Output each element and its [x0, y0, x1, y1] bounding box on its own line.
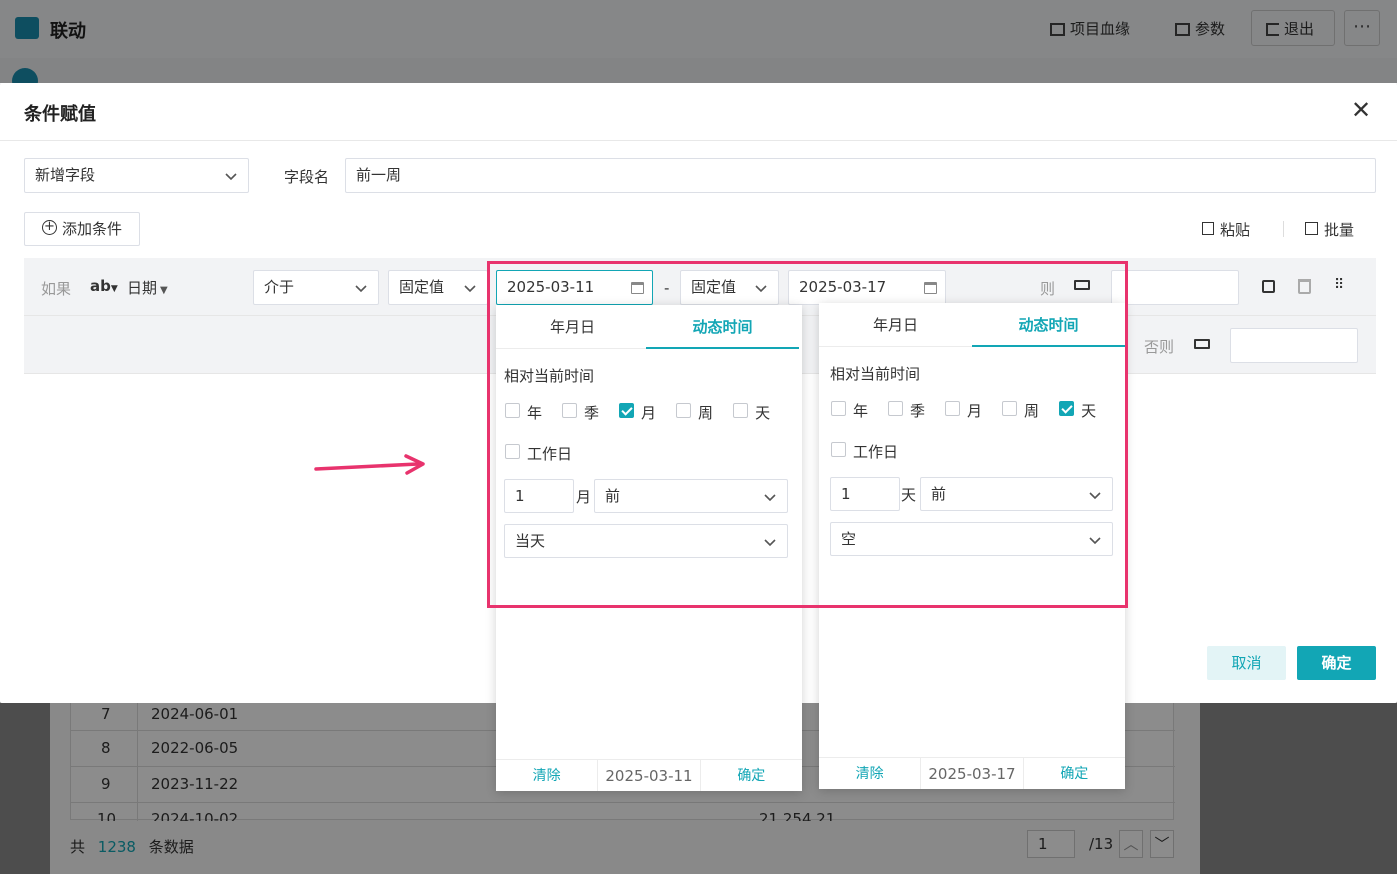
add-circle-icon: + [41, 220, 57, 235]
else-value-input[interactable] [1230, 328, 1358, 363]
clear-button[interactable]: 清除 [819, 758, 920, 789]
chevron-down-icon [355, 285, 367, 293]
cancel-button[interactable]: 取消 [1207, 646, 1286, 680]
value-mode-select-start[interactable]: 固定值 [388, 270, 488, 305]
delete-icon[interactable] [1298, 279, 1311, 294]
relative-time-label: 相对当前时间 [504, 367, 595, 385]
copy-icon[interactable] [1262, 280, 1275, 293]
offset-value-input[interactable]: 1 [830, 477, 900, 511]
date-picker-start: 年月日 动态时间 相对当前时间 年季月周天 工作日 1 月 前 当天 清除 20… [496, 305, 802, 791]
current-date: 2025-03-11 [597, 760, 701, 791]
add-condition-button[interactable]: + 添加条件 [24, 212, 140, 246]
paste-button[interactable]: 粘贴 [1202, 219, 1250, 240]
tab-dynamic-time[interactable]: 动态时间 [972, 303, 1125, 347]
direction-select[interactable]: 前 [594, 479, 788, 513]
chevron-down-icon [764, 494, 776, 502]
unit-month-checkbox[interactable]: 月 [619, 403, 676, 422]
unit-checkbox-group: 年季月周天 [831, 400, 1116, 421]
drag-handle-icon[interactable]: ⠿ [1334, 277, 1344, 293]
then-label: 则 [1040, 280, 1056, 298]
field-name-input[interactable]: 前一周 [345, 158, 1376, 193]
batch-check-icon [1305, 222, 1318, 235]
ok-button[interactable]: 确定 [1024, 758, 1125, 789]
field-mode-select[interactable]: 新增字段 [24, 158, 249, 193]
direction-select[interactable]: 前 [920, 477, 1113, 511]
field-name-label: 字段名 [284, 168, 330, 186]
confirm-button[interactable]: 确定 [1297, 646, 1376, 680]
chevron-down-icon [464, 285, 476, 293]
date-picker-end: 年月日 动态时间 相对当前时间 年季月周天 工作日 1 天 前 空 清除 202… [819, 303, 1125, 789]
chevron-down-icon [764, 539, 776, 547]
unit-year-checkbox[interactable]: 年 [505, 403, 562, 422]
relative-time-label: 相对当前时间 [830, 365, 921, 383]
then-type-icon[interactable] [1074, 280, 1090, 290]
offset-unit-label: 月 [576, 488, 592, 506]
tab-date[interactable]: 年月日 [496, 305, 649, 349]
picker-footer: 清除 2025-03-11 确定 [496, 759, 802, 791]
unit-week-checkbox[interactable]: 周 [676, 403, 733, 422]
else-label: 否则 [1144, 338, 1175, 356]
offset-unit-label: 天 [901, 486, 917, 504]
unit-quarter-checkbox[interactable]: 季 [888, 401, 945, 420]
unit-year-checkbox[interactable]: 年 [831, 401, 888, 420]
unit-checkbox-group: 年季月周天 [505, 402, 790, 423]
unit-quarter-checkbox[interactable]: 季 [562, 403, 619, 422]
offset-value-input[interactable]: 1 [504, 479, 574, 513]
ok-button[interactable]: 确定 [701, 760, 802, 791]
anchor-select[interactable]: 空 [830, 522, 1113, 556]
unit-week-checkbox[interactable]: 周 [1002, 401, 1059, 420]
modal-overlay-top[interactable] [0, 0, 1397, 83]
chevron-down-icon [1089, 537, 1101, 545]
date-end-input[interactable]: 2025-03-17 [788, 270, 946, 305]
workday-checkbox[interactable]: 工作日 [505, 443, 592, 464]
paste-icon [1202, 222, 1214, 235]
dialog-title: 条件赋值 [24, 104, 96, 125]
tab-date[interactable]: 年月日 [819, 303, 972, 347]
field-type-icon[interactable]: ab▼ [90, 277, 118, 295]
calendar-icon [924, 282, 937, 294]
caret-down-icon: ▼ [160, 285, 168, 296]
anchor-select[interactable]: 当天 [504, 524, 788, 558]
value-mode-select-end[interactable]: 固定值 [680, 270, 779, 305]
chevron-down-icon [225, 173, 237, 181]
unit-day-checkbox[interactable]: 天 [1059, 401, 1116, 420]
then-value-input[interactable] [1111, 270, 1239, 305]
range-separator: - [664, 279, 670, 297]
if-label: 如果 [41, 280, 72, 298]
annotation-arrow-icon [314, 454, 425, 475]
current-date: 2025-03-17 [920, 758, 1024, 789]
chevron-down-icon [755, 285, 767, 293]
batch-button[interactable]: 批量 [1305, 219, 1354, 240]
unit-month-checkbox[interactable]: 月 [945, 401, 1002, 420]
tab-dynamic-time[interactable]: 动态时间 [646, 305, 799, 349]
workday-checkbox[interactable]: 工作日 [831, 441, 918, 462]
clear-button[interactable]: 清除 [496, 760, 597, 791]
calendar-icon [631, 282, 644, 294]
field-select[interactable]: 日期 ▼ [127, 277, 168, 298]
operator-select[interactable]: 介于 [253, 270, 379, 305]
picker-footer: 清除 2025-03-17 确定 [819, 757, 1125, 789]
date-start-input[interactable]: 2025-03-11 [496, 270, 653, 305]
else-type-icon[interactable] [1194, 339, 1210, 349]
unit-day-checkbox[interactable]: 天 [733, 403, 790, 422]
chevron-down-icon [1089, 492, 1101, 500]
close-icon[interactable]: ✕ [1351, 95, 1371, 125]
